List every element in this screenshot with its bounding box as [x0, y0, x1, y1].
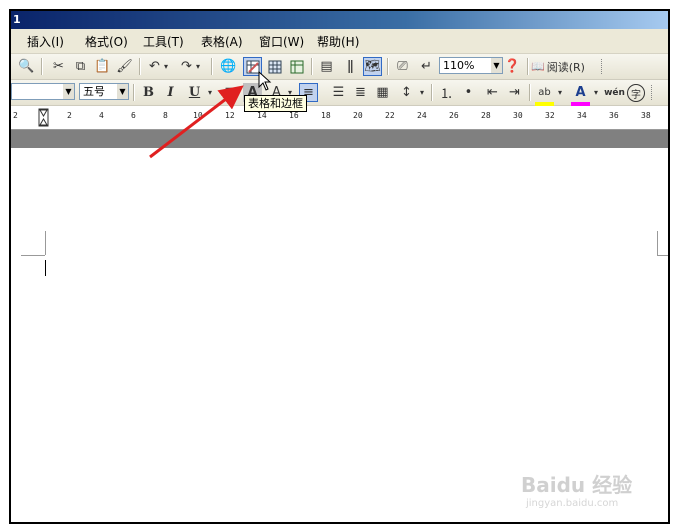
ruler-label: 34 [577, 111, 587, 120]
format-painter-icon[interactable]: 🖌 [115, 57, 134, 76]
margin-corner-mark [45, 231, 46, 255]
show-hide-icon[interactable]: ⎚ [393, 57, 412, 76]
book-icon: 📖 [531, 60, 545, 73]
ruler-label: 20 [353, 111, 363, 120]
chevron-down-icon[interactable]: ▼ [117, 84, 128, 99]
bullets-icon[interactable]: • [459, 83, 478, 102]
read-button[interactable]: 📖 阅读(R) [531, 57, 591, 76]
ruler-label: 30 [513, 111, 523, 120]
margin-corner-mark [21, 255, 45, 256]
zoom-select[interactable]: 110% ▼ [439, 57, 503, 74]
enclose-char-button[interactable]: 字 [627, 84, 645, 102]
ruler-label: 36 [609, 111, 619, 120]
toolbar-separator [311, 58, 313, 75]
paragraph-mark-icon[interactable]: ↵ [417, 57, 436, 76]
formatting-toolbar: ▼ 五号 ▼ B I U ▾ ▣ A A̲ ▾ ≡ ☰ ≣ ▦ ↕ ▾ ⒈ • … [11, 80, 668, 106]
app-window: 1 插入(I) 格式(O) 工具(T) 表格(A) 窗口(W) 帮助(H) 🔍 … [9, 9, 670, 524]
drawing-icon[interactable]: ǁ [341, 57, 360, 76]
zoom-value: 110% [443, 59, 475, 72]
watermark-url: jingyan.baidu.com [526, 498, 619, 509]
ruler-label: 2 [67, 111, 72, 120]
menu-help[interactable]: 帮助(H) [317, 33, 359, 50]
menu-tools[interactable]: 工具(T) [143, 33, 184, 50]
ruler-label: 26 [449, 111, 459, 120]
chevron-down-icon[interactable]: ▼ [491, 58, 502, 73]
help-icon[interactable]: ❓ [503, 57, 522, 76]
annotation-arrow-icon [149, 85, 244, 159]
window-title: 1 [13, 13, 21, 26]
toolbar-options-icon[interactable] [651, 85, 655, 100]
align-right-icon[interactable]: ≣ [351, 83, 370, 102]
toolbar-separator [41, 58, 43, 75]
distribute-icon[interactable]: ▦ [373, 83, 392, 102]
line-spacing-dropdown-icon[interactable]: ▾ [417, 83, 427, 102]
phonetic-guide-button[interactable]: wén [604, 83, 625, 102]
ruler-label: 32 [545, 111, 555, 120]
toolbar-separator [431, 84, 433, 101]
copy-icon[interactable]: ⧉ [71, 57, 90, 76]
toolbar-separator [529, 84, 531, 101]
margin-corner-mark [657, 231, 658, 255]
font-name-select[interactable]: ▼ [11, 83, 75, 100]
horizontal-ruler[interactable]: 2 2 4 6 8 10 12 14 16 18 20 22 24 26 28 … [11, 107, 668, 130]
document-page[interactable] [11, 148, 668, 522]
watermark-logo: Baidu 经验 [521, 473, 633, 497]
increase-indent-icon[interactable]: ⇥ [505, 83, 524, 102]
decrease-indent-icon[interactable]: ⇤ [483, 83, 502, 102]
print-preview-icon[interactable]: 🔍 [17, 57, 36, 76]
numbering-icon[interactable]: ⒈ [437, 83, 456, 102]
ruler-label: 38 [641, 111, 651, 120]
toolbar-separator [527, 58, 529, 75]
document-map-icon[interactable]: 🗺 [363, 57, 382, 76]
menu-format[interactable]: 格式(O) [85, 33, 128, 50]
toolbar-separator [133, 84, 135, 101]
columns-icon[interactable]: ▤ [317, 57, 336, 76]
ruler-label: 28 [481, 111, 491, 120]
font-color-dropdown-icon[interactable]: ▾ [591, 83, 601, 102]
text-caret [45, 260, 46, 276]
menu-table[interactable]: 表格(A) [201, 33, 243, 50]
cut-icon[interactable]: ✂ [49, 57, 68, 76]
ruler-label: 4 [99, 111, 104, 120]
highlight-dropdown-icon[interactable]: ▾ [555, 83, 565, 102]
font-size-select[interactable]: 五号 ▼ [79, 83, 129, 100]
ruler-label: 6 [131, 111, 136, 120]
ruler-label: 18 [321, 111, 331, 120]
menu-window[interactable]: 窗口(W) [259, 33, 304, 50]
ruler-label: 16 [289, 111, 299, 120]
toolbar-options-icon[interactable] [601, 59, 605, 74]
chevron-down-icon[interactable]: ▼ [63, 84, 74, 99]
menu-insert[interactable]: 插入(I) [27, 33, 64, 50]
page-gap [11, 130, 668, 148]
margin-corner-mark [657, 255, 668, 256]
insert-excel-icon[interactable] [287, 57, 306, 76]
title-bar: 1 [11, 11, 668, 29]
menu-bar: 插入(I) 格式(O) 工具(T) 表格(A) 窗口(W) 帮助(H) [11, 29, 668, 54]
ruler-scale [38, 108, 49, 127]
ruler-label: 2 [13, 111, 18, 120]
paste-icon[interactable]: 📋 [93, 57, 112, 76]
align-center-icon[interactable]: ☰ [329, 83, 348, 102]
standard-toolbar: 🔍 ✂ ⧉ 📋 🖌 ↶ ▾ ↷ ▾ 🌐 ▤ ǁ 🗺 ⎚ ↵ 110% ▼ ❓ 📖… [11, 54, 668, 80]
font-size-value: 五号 [83, 85, 105, 98]
ruler-label: 22 [385, 111, 395, 120]
read-button-label: 阅读(R) [546, 60, 585, 74]
line-spacing-icon[interactable]: ↕ [397, 83, 416, 102]
font-color-button[interactable]: A [571, 83, 590, 106]
ruler-label: 24 [417, 111, 427, 120]
highlight-icon[interactable]: ab [535, 83, 554, 106]
toolbar-separator [387, 58, 389, 75]
